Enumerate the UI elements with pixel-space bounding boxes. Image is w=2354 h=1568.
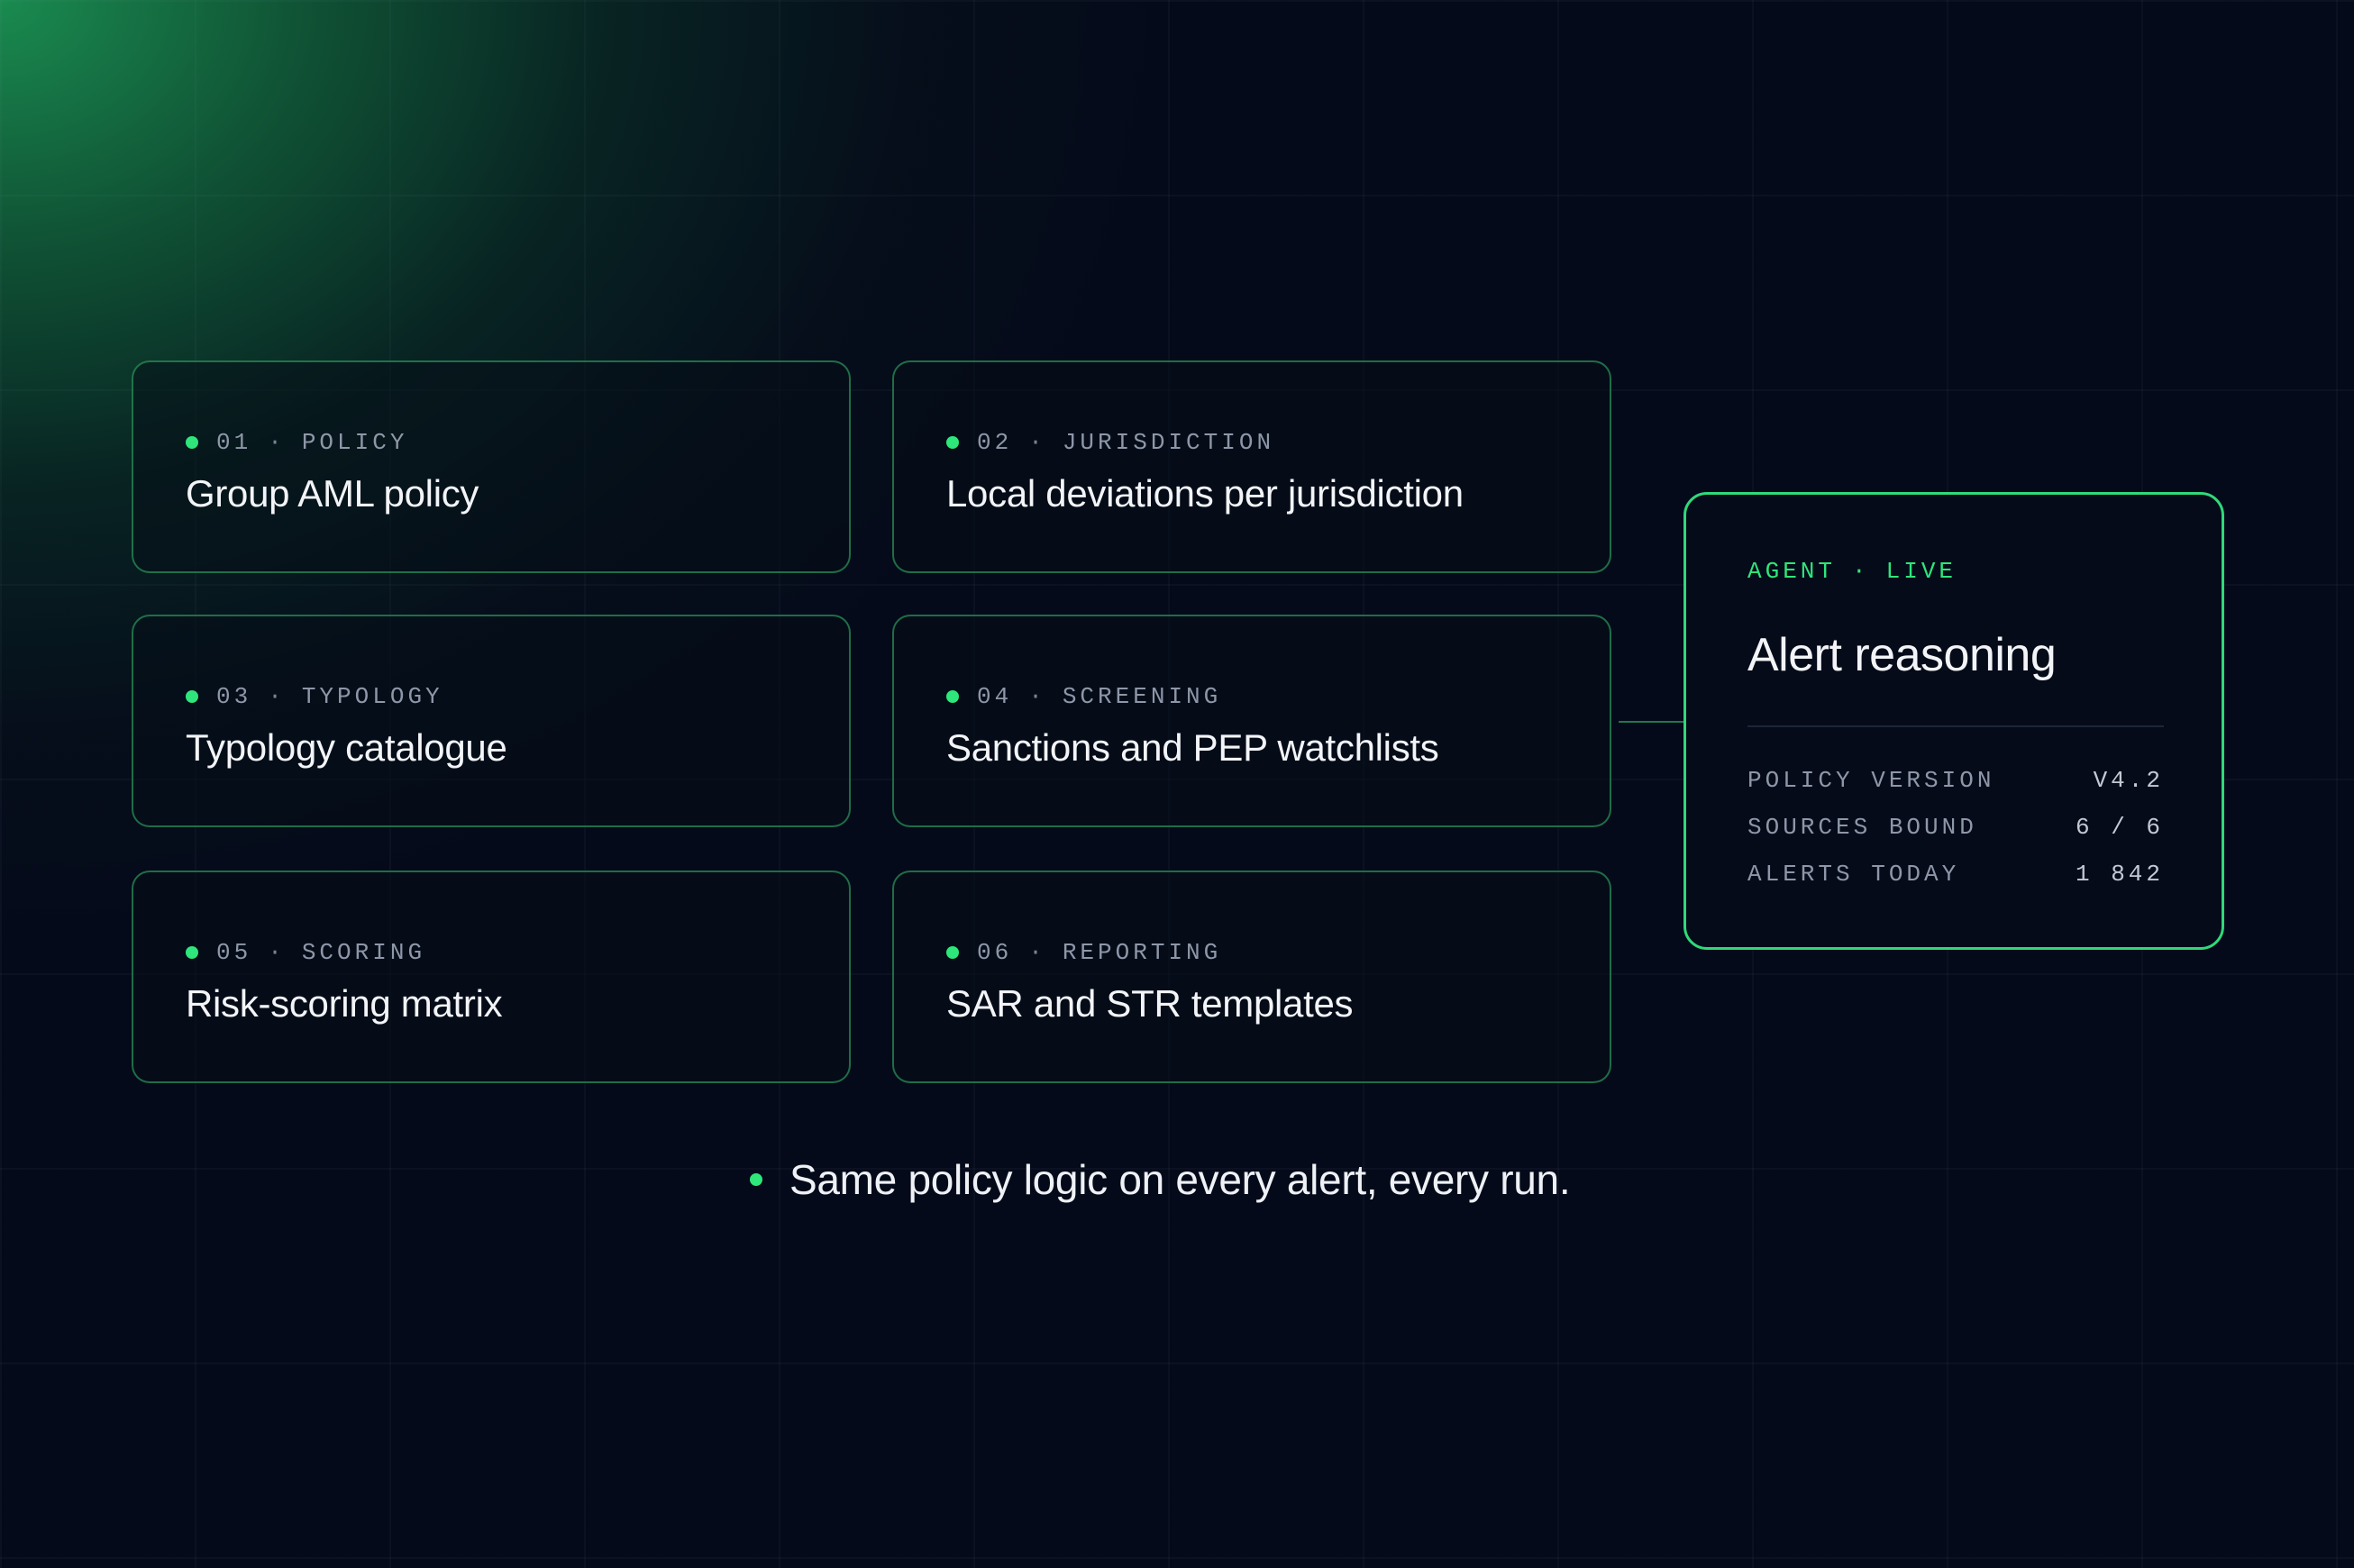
card-category: TYPOLOGY xyxy=(301,683,443,710)
separator: · xyxy=(268,939,286,966)
card-category: POLICY xyxy=(301,429,408,456)
separator: · xyxy=(1852,558,1870,585)
status-dot-icon xyxy=(946,436,959,449)
footer-tagline: Same policy logic on every alert, every … xyxy=(750,1155,1571,1204)
card-title: Local deviations per jurisdiction xyxy=(946,472,1464,515)
card-number: 02 xyxy=(977,429,1013,456)
footer-text: Same policy logic on every alert, every … xyxy=(789,1156,1571,1203)
card-eyebrow: 01 · POLICY xyxy=(186,429,407,456)
stat-value: 6 / 6 xyxy=(2075,814,2164,841)
stat-row-alerts-today: ALERTS TODAY 1 842 xyxy=(1747,861,2164,907)
card-category: SCREENING xyxy=(1062,683,1222,710)
card-number: 01 xyxy=(216,429,252,456)
card-title: Group AML policy xyxy=(186,472,479,515)
stat-row-policy-version: POLICY VERSION V4.2 xyxy=(1747,767,2164,814)
separator: · xyxy=(1028,939,1046,966)
status-dot-icon xyxy=(946,946,959,959)
agent-card[interactable]: AGENT · LIVE Alert reasoning POLICY VERS… xyxy=(1683,492,2224,950)
card-eyebrow: 02 · JURISDICTION xyxy=(946,429,1274,456)
agent-eyebrow: AGENT · LIVE xyxy=(1747,558,1957,585)
separator: · xyxy=(1028,683,1046,710)
stat-label: ALERTS TODAY xyxy=(1747,861,1960,888)
agent-divider xyxy=(1747,725,2164,727)
hero-canvas: 01 · POLICY Group AML policy 02 · JURISD… xyxy=(0,0,2354,1568)
status-dot-icon xyxy=(186,946,198,959)
source-card-reporting[interactable]: 06 · REPORTING SAR and STR templates xyxy=(892,871,1611,1083)
source-card-typology[interactable]: 03 · TYPOLOGY Typology catalogue xyxy=(132,615,851,827)
card-category: SCORING xyxy=(301,939,426,966)
stat-label: POLICY VERSION xyxy=(1747,767,1995,794)
agent-title: Alert reasoning xyxy=(1747,629,2057,681)
connector-line xyxy=(1619,721,1683,723)
card-number: 05 xyxy=(216,939,252,966)
card-eyebrow: 04 · SCREENING xyxy=(946,683,1221,710)
card-title: Typology catalogue xyxy=(186,726,507,769)
status-dot-icon xyxy=(946,690,959,703)
agent-label: AGENT xyxy=(1747,558,1837,585)
card-title: Sanctions and PEP watchlists xyxy=(946,726,1439,769)
card-category: JURISDICTION xyxy=(1062,429,1275,456)
card-category: REPORTING xyxy=(1062,939,1222,966)
card-eyebrow: 06 · REPORTING xyxy=(946,939,1221,966)
status-dot-icon xyxy=(186,690,198,703)
card-number: 04 xyxy=(977,683,1013,710)
source-card-screening[interactable]: 04 · SCREENING Sanctions and PEP watchli… xyxy=(892,615,1611,827)
card-number: 03 xyxy=(216,683,252,710)
status-dot-icon xyxy=(186,436,198,449)
card-title: Risk-scoring matrix xyxy=(186,982,503,1025)
agent-status: LIVE xyxy=(1885,558,1957,585)
agent-stats: POLICY VERSION V4.2 SOURCES BOUND 6 / 6 … xyxy=(1747,767,2164,907)
separator: · xyxy=(1028,429,1046,456)
source-card-jurisdiction[interactable]: 02 · JURISDICTION Local deviations per j… xyxy=(892,360,1611,573)
bullet-dot-icon xyxy=(750,1173,762,1186)
card-title: SAR and STR templates xyxy=(946,982,1354,1025)
stat-value: 1 842 xyxy=(2075,861,2164,888)
stat-value: V4.2 xyxy=(2093,767,2164,794)
card-eyebrow: 03 · TYPOLOGY xyxy=(186,683,443,710)
card-eyebrow: 05 · SCORING xyxy=(186,939,425,966)
source-card-policy[interactable]: 01 · POLICY Group AML policy xyxy=(132,360,851,573)
separator: · xyxy=(268,683,286,710)
stat-label: SOURCES BOUND xyxy=(1747,814,1977,841)
card-number: 06 xyxy=(977,939,1013,966)
source-card-scoring[interactable]: 05 · SCORING Risk-scoring matrix xyxy=(132,871,851,1083)
separator: · xyxy=(268,429,286,456)
stat-row-sources-bound: SOURCES BOUND 6 / 6 xyxy=(1747,814,2164,861)
